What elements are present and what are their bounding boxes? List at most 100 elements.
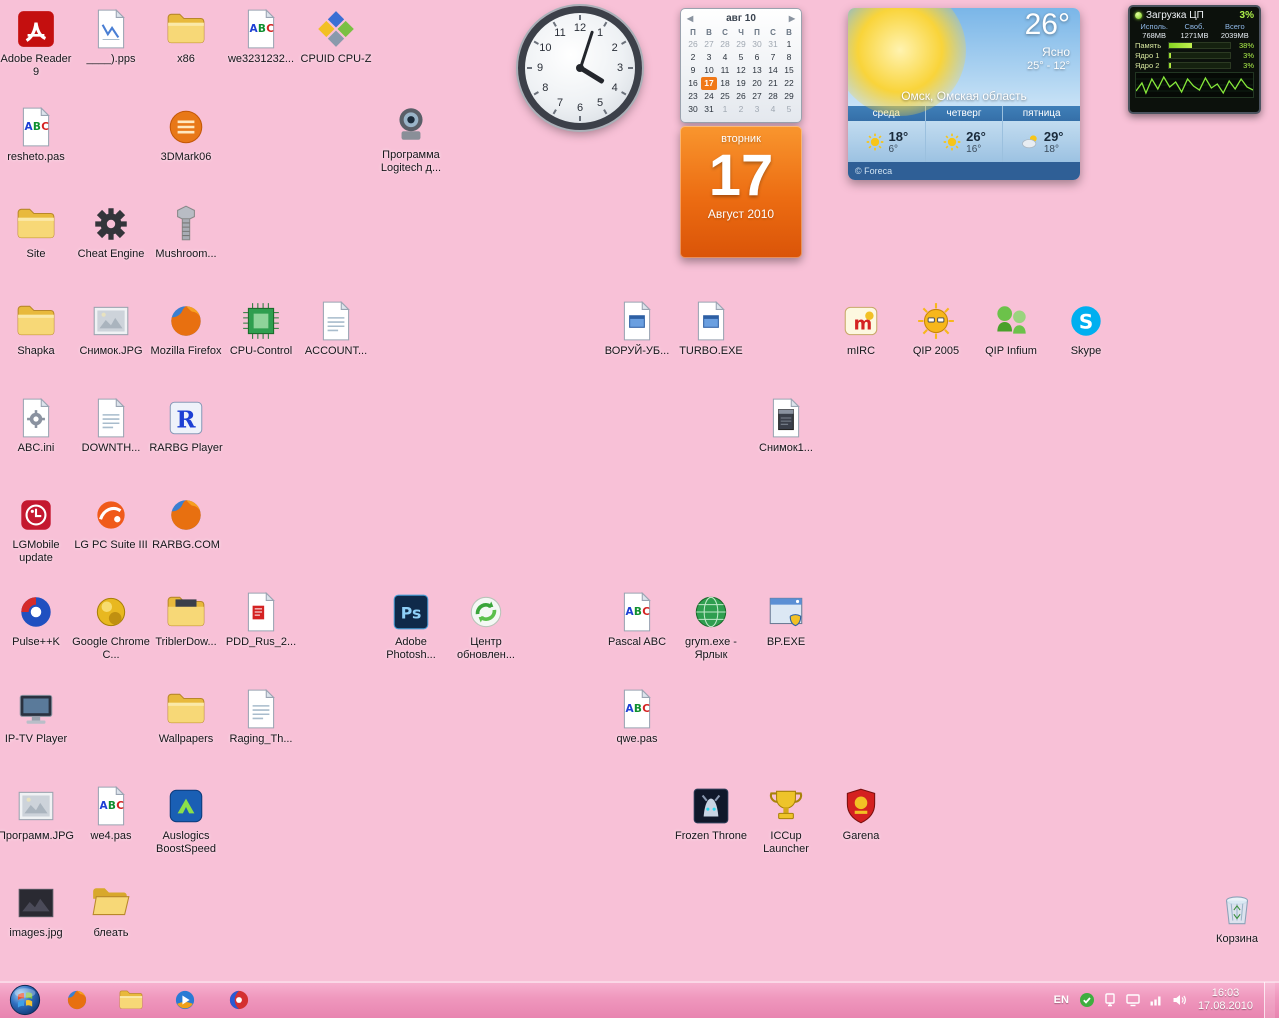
calendar-next-icon[interactable]: ▶ xyxy=(789,14,795,23)
desktop-icon[interactable]: LG PC Suite III xyxy=(71,494,151,552)
desktop-icon[interactable]: m mIRC xyxy=(821,300,901,358)
desktop-icon[interactable]: R RARBG Player xyxy=(146,397,226,455)
display-tray-icon[interactable] xyxy=(1125,992,1141,1008)
volume-tray-icon[interactable] xyxy=(1171,992,1187,1008)
desktop-icon[interactable]: RARBG.COM xyxy=(146,494,226,552)
desktop-icon[interactable]: A B C we3231232... xyxy=(221,8,301,66)
calendar-day[interactable]: 5 xyxy=(781,103,797,116)
desktop-icon[interactable]: TriblerDow... xyxy=(146,591,226,649)
calendar-day[interactable]: 28 xyxy=(717,38,733,51)
calendar-day[interactable]: 2 xyxy=(685,51,701,64)
calendar-day[interactable]: 29 xyxy=(733,38,749,51)
calendar-day[interactable]: 20 xyxy=(749,77,765,90)
desktop-icon[interactable]: Shapka xyxy=(0,300,76,358)
desktop-icon[interactable]: блеать xyxy=(71,882,151,940)
desktop-icon[interactable]: IP-TV Player xyxy=(0,688,76,746)
desktop-icon[interactable]: Adobe Reader 9 xyxy=(0,8,76,79)
language-indicator[interactable]: EN xyxy=(1051,994,1072,1006)
cpu-meter-gadget[interactable]: Загрузка ЦП 3% Исполь. Своб. Всего 768MB 127… xyxy=(1128,5,1261,114)
calendar-day[interactable]: 23 xyxy=(685,90,701,103)
calendar-prev-icon[interactable]: ◀ xyxy=(687,14,693,23)
calendar-day[interactable]: 15 xyxy=(781,64,797,77)
calendar-day[interactable]: 30 xyxy=(749,38,765,51)
calendar-day[interactable]: 9 xyxy=(685,64,701,77)
desktop-icon[interactable]: DOWNTH... xyxy=(71,397,151,455)
calendar-day[interactable]: 27 xyxy=(749,90,765,103)
desktop-icon[interactable]: A B C we4.pas xyxy=(71,785,151,843)
desktop-icon[interactable]: Cheat Engine xyxy=(71,203,151,261)
desktop-icon[interactable]: BP.EXE xyxy=(746,591,826,649)
calendar-day[interactable]: 2 xyxy=(733,103,749,116)
calendar-day[interactable]: 28 xyxy=(765,90,781,103)
desktop-icon[interactable]: Программа Logitech д... xyxy=(371,104,451,175)
desktop-icon[interactable]: Снимок1... xyxy=(746,397,826,455)
calendar-day[interactable]: 13 xyxy=(749,64,765,77)
desktop-icon[interactable]: Site xyxy=(0,203,76,261)
desktop-icon[interactable]: Корзина xyxy=(1197,888,1277,946)
desktop-icon[interactable]: ACCOUNT... xyxy=(296,300,376,358)
taskbar-button-browser[interactable] xyxy=(220,985,258,1015)
desktop-icon[interactable]: ВОРУЙ-УБ... xyxy=(597,300,677,358)
desktop-icon[interactable]: Wallpapers xyxy=(146,688,226,746)
calendar-day[interactable]: 26 xyxy=(685,38,701,51)
desktop-icon[interactable]: Mozilla Firefox xyxy=(146,300,226,358)
calendar-day[interactable]: 7 xyxy=(765,51,781,64)
desktop-icon[interactable]: Ps Adobe Photosh... xyxy=(371,591,451,662)
desktop-icon[interactable]: Raging_Th... xyxy=(221,688,301,746)
calendar-day[interactable]: 8 xyxy=(781,51,797,64)
weather-gadget[interactable]: 26° Ясно 25° - 12° Омск, Омская область … xyxy=(848,8,1080,180)
desktop-icon[interactable]: images.jpg xyxy=(0,882,76,940)
calendar-day[interactable]: 10 xyxy=(701,64,717,77)
desktop-icon[interactable]: S Skype xyxy=(1046,300,1126,358)
calendar-day[interactable]: 31 xyxy=(701,103,717,116)
desktop-icon[interactable]: Frozen Throne xyxy=(671,785,751,843)
calendar-day[interactable]: 3 xyxy=(701,51,717,64)
calendar-day[interactable]: 1 xyxy=(781,38,797,51)
desktop-icon[interactable]: PDD_Rus_2... xyxy=(221,591,301,649)
calendar-day[interactable]: 25 xyxy=(717,90,733,103)
desktop-icon[interactable]: A B C resheto.pas xyxy=(0,106,76,164)
device-tray-icon[interactable] xyxy=(1102,992,1118,1008)
desktop-icon[interactable]: TURBO.EXE xyxy=(671,300,751,358)
calendar-day[interactable]: 18 xyxy=(717,77,733,90)
desktop-icon[interactable]: ____).pps xyxy=(71,8,151,66)
calendar-day[interactable]: 6 xyxy=(749,51,765,64)
network-tray-icon[interactable] xyxy=(1148,992,1164,1008)
desktop-icon[interactable]: Снимок.JPG xyxy=(71,300,151,358)
calendar-day[interactable]: 4 xyxy=(765,103,781,116)
calendar-day[interactable]: 11 xyxy=(717,64,733,77)
calendar-day[interactable]: 27 xyxy=(701,38,717,51)
desktop-icon[interactable]: QIP 2005 xyxy=(896,300,976,358)
desktop-icon[interactable]: ICCup Launcher xyxy=(746,785,826,856)
update-tray-icon[interactable] xyxy=(1079,992,1095,1008)
desktop-icon[interactable]: CPU-Control xyxy=(221,300,301,358)
show-desktop-button[interactable] xyxy=(1264,982,1275,1018)
calendar-day[interactable]: 5 xyxy=(733,51,749,64)
desktop-icon[interactable]: Mushroom... xyxy=(146,203,226,261)
calendar-day[interactable]: 31 xyxy=(765,38,781,51)
calendar-day[interactable]: 17 xyxy=(701,77,717,90)
calendar-day[interactable]: 30 xyxy=(685,103,701,116)
desktop-icon[interactable]: CPUID CPU-Z xyxy=(296,8,376,66)
desktop-icon[interactable]: LGMobile update xyxy=(0,494,76,565)
desktop[interactable]: Adobe Reader 9 ____).pps x86 A B C we3231232..… xyxy=(0,0,1279,1018)
calendar-day[interactable]: 22 xyxy=(781,77,797,90)
desktop-icon[interactable]: 3DMark06 xyxy=(146,106,226,164)
taskbar-button-firefox[interactable] xyxy=(58,985,96,1015)
desktop-icon[interactable]: x86 xyxy=(146,8,226,66)
calendar-day[interactable]: 26 xyxy=(733,90,749,103)
calendar-day[interactable]: 14 xyxy=(765,64,781,77)
calendar-day[interactable]: 1 xyxy=(717,103,733,116)
calendar-day[interactable]: 19 xyxy=(733,77,749,90)
desktop-icon[interactable]: Pulse++K xyxy=(0,591,76,649)
calendar-gadget[interactable]: ◀ авг 10 ▶ П В С Ч П С В 26 27 28 29 30 31 1 2 3 4 5 6 7 8 9 1… xyxy=(680,8,802,258)
desktop-icon[interactable]: Garena xyxy=(821,785,901,843)
calendar-day[interactable]: 3 xyxy=(749,103,765,116)
taskbar-clock[interactable]: 16:03 17.08.2010 xyxy=(1194,987,1257,1013)
desktop-icon[interactable]: Центр обновлен... xyxy=(446,591,526,662)
desktop-icon[interactable]: Auslogics BoostSpeed xyxy=(146,785,226,856)
calendar-day[interactable]: 24 xyxy=(701,90,717,103)
desktop-icon[interactable]: grym.exe - Ярлык xyxy=(671,591,751,662)
desktop-icon[interactable]: QIP Infium xyxy=(971,300,1051,358)
desktop-icon[interactable]: ABC.ini xyxy=(0,397,76,455)
